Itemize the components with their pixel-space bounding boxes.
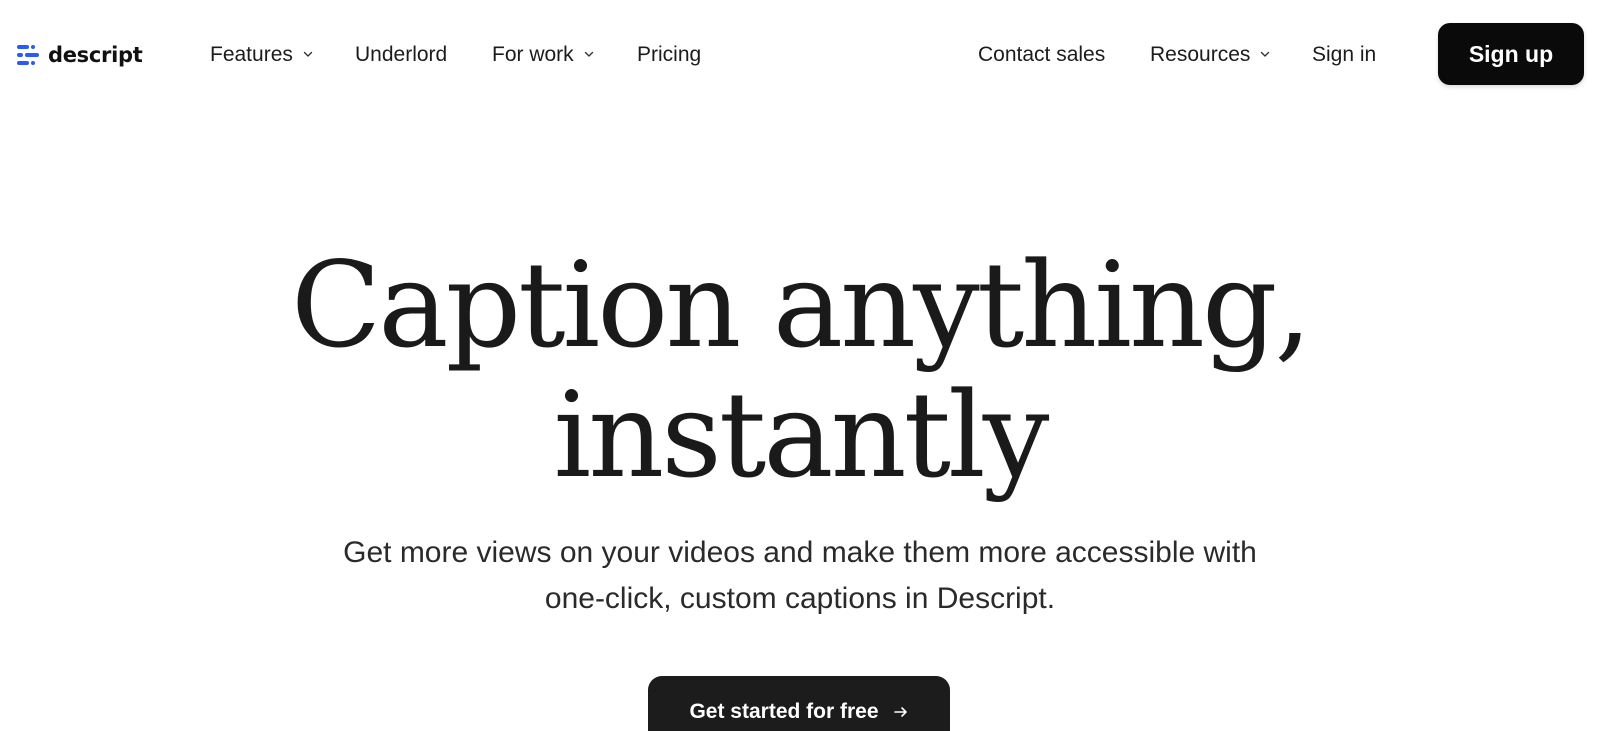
hero-title-line-1: Caption anything, <box>290 236 1312 374</box>
hero-subtitle: Get more views on your videos and make t… <box>250 530 1350 622</box>
nav-item-label: Pricing <box>637 43 702 66</box>
nav-item-sign-in[interactable]: Sign in <box>1312 40 1376 70</box>
nav-item-label: Resources <box>1150 43 1251 66</box>
get-started-button[interactable]: Get started for free <box>648 676 950 731</box>
get-started-label: Get started for free <box>689 700 879 723</box>
nav-item-for-work[interactable]: For work <box>492 40 594 70</box>
nav-item-label: For work <box>492 43 574 66</box>
nav-item-label: Contact sales <box>978 43 1106 66</box>
top-navigation: descript Features Underlord For work Pri… <box>0 0 1600 110</box>
nav-item-features[interactable]: Features <box>210 40 313 70</box>
nav-item-resources[interactable]: Resources <box>1150 40 1270 70</box>
chevron-down-icon <box>584 51 593 57</box>
hero-title: Caption anything, instantly <box>0 240 1600 500</box>
nav-item-pricing[interactable]: Pricing <box>637 40 701 70</box>
descript-logo-icon <box>17 45 39 65</box>
descript-logo[interactable]: descript <box>16 40 143 70</box>
chevron-down-icon <box>1261 51 1270 57</box>
nav-item-label: Features <box>210 43 293 66</box>
hero-subtitle-line-2: one-click, custom captions in Descript. <box>544 582 1056 615</box>
nav-item-underlord[interactable]: Underlord <box>355 40 447 70</box>
hero-title-line-2: instantly <box>553 366 1050 504</box>
chevron-down-icon <box>303 51 313 57</box>
arrow-right-icon <box>893 707 907 717</box>
sign-up-button[interactable]: Sign up <box>1438 23 1584 85</box>
logo-wordmark: descript <box>48 43 143 67</box>
nav-item-contact-sales[interactable]: Contact sales <box>978 40 1105 70</box>
nav-item-label: Underlord <box>355 43 448 66</box>
nav-item-label: Sign in <box>1312 43 1377 66</box>
hero-subtitle-line-1: Get more views on your videos and make t… <box>343 536 1257 569</box>
